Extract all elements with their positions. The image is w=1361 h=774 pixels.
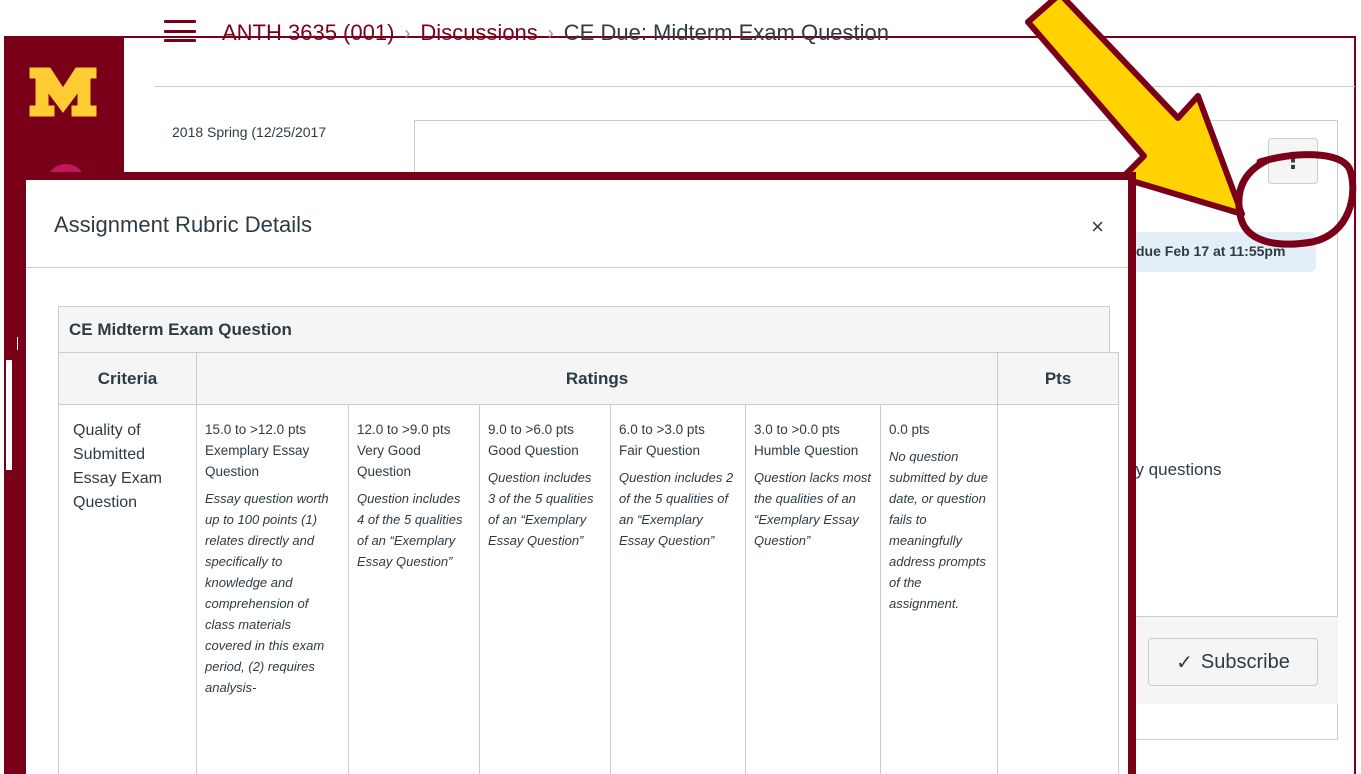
rating-description: No question submitted by due date, or qu…	[889, 449, 989, 611]
course-term-label: 2018 Spring (12/25/2017	[172, 124, 327, 140]
rating-points: 12.0 to >9.0 pts	[357, 422, 451, 437]
rating-title: Fair Question	[619, 443, 701, 458]
ratings-header: Ratings	[195, 352, 999, 405]
breadcrumb-course-link[interactable]: ANTH 3635 (001)	[222, 20, 394, 46]
modal-header: Assignment Rubric Details ×	[26, 180, 1128, 268]
hamburger-menu-icon[interactable]	[164, 20, 196, 42]
rubric-details-modal: Assignment Rubric Details × CE Midterm E…	[18, 172, 1136, 774]
discussion-body-fragment: dy questions	[1126, 460, 1222, 479]
university-m-logo[interactable]	[28, 64, 98, 120]
rating-cell: 3.0 to >0.0 pts Humble Question Question…	[745, 404, 881, 774]
rating-cell: 0.0 pts No question submitted by due dat…	[879, 404, 999, 774]
subscribe-label: Subscribe	[1200, 650, 1290, 673]
rating-points: 3.0 to >0.0 pts	[754, 422, 840, 437]
breadcrumb-separator: ›	[547, 22, 554, 43]
rating-description: Question includes 3 of the 5 qualities o…	[488, 470, 594, 548]
subscribe-button[interactable]: ✓ Subscribe	[1148, 638, 1318, 686]
rating-cell: 9.0 to >6.0 pts Good Question Question i…	[479, 404, 611, 774]
criteria-header: Criteria	[58, 352, 197, 405]
breadcrumb: ANTH 3635 (001) › Discussions › CE Due: …	[222, 20, 889, 46]
rating-description: Question includes 2 of the 5 qualities o…	[619, 470, 734, 548]
rating-title: Good Question	[488, 443, 579, 458]
checkmark-icon: ✓	[1176, 651, 1193, 674]
rubric-title: CE Midterm Exam Question	[58, 306, 1110, 352]
rating-cell: 6.0 to >3.0 pts Fair Question Question i…	[610, 404, 746, 774]
rating-description: Question lacks most the qualities of an …	[754, 470, 872, 548]
close-icon[interactable]: ×	[1091, 216, 1104, 238]
rubric-criterion-row: Quality of Submitted Essay Exam Question…	[58, 404, 1120, 774]
criterion-description: Quality of Submitted Essay Exam Question	[58, 404, 197, 774]
breadcrumb-discussions-link[interactable]: Discussions	[420, 20, 537, 46]
rating-points: 6.0 to >3.0 pts	[619, 422, 705, 437]
pts-header: Pts	[997, 352, 1120, 405]
rating-title: Exemplary Essay Question	[205, 443, 310, 479]
rubric-table: Criteria Ratings Pts Quality of Submitte…	[58, 352, 1120, 774]
rubric-header-row: Criteria Ratings Pts	[58, 352, 1120, 405]
annotation-circle-highlight	[1235, 151, 1357, 248]
rubric-container: CE Midterm Exam Question Criteria Rating…	[58, 306, 1120, 774]
modal-title: Assignment Rubric Details	[54, 212, 312, 237]
rating-cell: 15.0 to >12.0 pts Exemplary Essay Questi…	[196, 404, 349, 774]
rating-points: 9.0 to >6.0 pts	[488, 422, 574, 437]
rating-title: Humble Question	[754, 443, 859, 458]
nav-active-indicator	[6, 360, 12, 470]
breadcrumb-separator: ›	[404, 22, 411, 43]
criterion-points	[997, 404, 1120, 774]
rating-points: 15.0 to >12.0 pts	[205, 422, 306, 437]
rating-points: 0.0 pts	[889, 422, 930, 437]
rating-cell: 12.0 to >9.0 pts Very Good Question Ques…	[348, 404, 480, 774]
breadcrumb-current-page: CE Due: Midterm Exam Question	[563, 20, 890, 45]
rating-description: Essay question worth up to 100 points (1…	[205, 491, 329, 695]
rating-title: Very Good Question	[357, 443, 421, 479]
rating-description: Question includes 4 of the 5 qualities o…	[357, 491, 463, 569]
